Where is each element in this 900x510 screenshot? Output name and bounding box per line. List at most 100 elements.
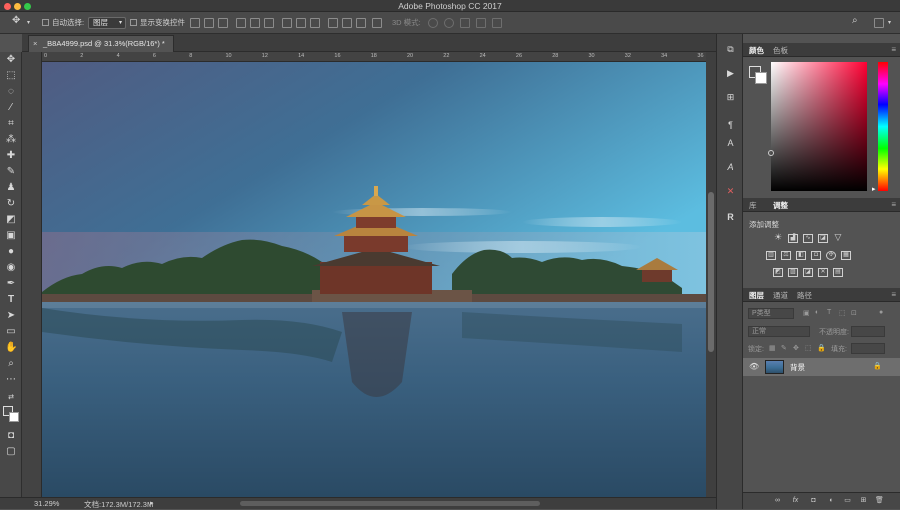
- tab-channels[interactable]: 通道: [773, 290, 788, 301]
- more-tools-icon[interactable]: ⋯: [5, 374, 17, 385]
- tab-layers[interactable]: 图层: [749, 290, 764, 301]
- curves-icon[interactable]: ∿: [803, 234, 813, 243]
- actions-play-icon[interactable]: ▶: [725, 68, 736, 79]
- hue-marker[interactable]: ▸: [872, 185, 876, 193]
- tab-swatches[interactable]: 色板: [773, 45, 788, 56]
- lasso-tool-icon[interactable]: ◌: [5, 86, 17, 97]
- distribute-bottom-icon[interactable]: [310, 18, 320, 28]
- healing-brush-tool-icon[interactable]: ✚: [5, 150, 17, 161]
- eraser-tool-icon[interactable]: ◩: [5, 214, 17, 225]
- crop-tool-icon[interactable]: ⌗: [5, 118, 17, 129]
- lock-all-icon[interactable]: 🔒: [817, 344, 826, 352]
- eyedropper-tool-icon[interactable]: ⁂: [5, 134, 17, 145]
- invert-icon[interactable]: ◩: [773, 268, 783, 277]
- align-left-icon[interactable]: [236, 18, 246, 28]
- 3d-pan-icon[interactable]: [460, 18, 470, 28]
- 3d-rotate-icon[interactable]: [428, 18, 438, 28]
- tab-paths[interactable]: 路径: [797, 290, 812, 301]
- tab-adjustments[interactable]: 调整: [773, 200, 788, 211]
- pen-tool-icon[interactable]: ✒: [5, 278, 17, 289]
- levels-icon[interactable]: ▟: [788, 234, 798, 243]
- channel-mixer-icon[interactable]: ✣: [826, 251, 836, 260]
- properties-icon[interactable]: ⊞: [725, 92, 736, 103]
- link-layers-icon[interactable]: ∞: [773, 497, 782, 505]
- new-layer-icon[interactable]: ⊞: [859, 497, 868, 505]
- blend-mode-dropdown[interactable]: 正常: [748, 326, 810, 337]
- panel-menu-icon[interactable]: ≡: [891, 45, 896, 54]
- 3d-scale-icon[interactable]: [492, 18, 502, 28]
- posterize-icon[interactable]: ▨: [788, 268, 798, 277]
- document-canvas[interactable]: [42, 62, 706, 497]
- dodge-tool-icon[interactable]: ◉: [5, 262, 17, 273]
- quick-mask-icon[interactable]: ◘: [5, 430, 17, 441]
- background-swatch[interactable]: [755, 72, 767, 84]
- panel-menu-icon[interactable]: ≡: [891, 290, 896, 299]
- lock-position-icon[interactable]: ✥: [793, 344, 799, 352]
- tab-color[interactable]: 颜色: [749, 45, 764, 56]
- marquee-tool-icon[interactable]: ⬚: [5, 70, 17, 81]
- auto-select-checkbox[interactable]: 自动选择:: [42, 18, 84, 28]
- search-icon[interactable]: ⌕: [852, 16, 858, 26]
- clone-stamp-tool-icon[interactable]: ♟: [5, 182, 17, 193]
- color-balance-icon[interactable]: ⚖: [781, 251, 791, 260]
- chevron-down-icon[interactable]: ▾: [27, 18, 30, 28]
- color-picker-marker[interactable]: [768, 150, 774, 156]
- show-transform-checkbox[interactable]: 显示变换控件: [130, 18, 185, 28]
- distribute-top-icon[interactable]: [282, 18, 292, 28]
- filter-shape-icon[interactable]: ⬚: [839, 309, 846, 317]
- chevron-down-icon[interactable]: ▾: [888, 18, 891, 28]
- workspace-icon[interactable]: [874, 18, 884, 28]
- fill-field[interactable]: [851, 343, 885, 354]
- align-bottom-icon[interactable]: [218, 18, 228, 28]
- brightness-icon[interactable]: ☀: [773, 233, 783, 243]
- plugin-r-icon[interactable]: R: [725, 212, 736, 223]
- 3d-slide-icon[interactable]: [476, 18, 486, 28]
- align-top-icon[interactable]: [190, 18, 200, 28]
- panel-menu-icon[interactable]: ≡: [891, 200, 896, 209]
- layer-name[interactable]: 背景: [790, 362, 805, 373]
- gradient-tool-icon[interactable]: ▣: [5, 230, 17, 241]
- blur-tool-icon[interactable]: ●: [5, 246, 17, 257]
- tab-libraries[interactable]: 库: [749, 200, 757, 211]
- quick-select-tool-icon[interactable]: ⁄: [5, 102, 17, 113]
- horizontal-scrollbar[interactable]: [240, 501, 540, 506]
- fx-icon[interactable]: fx: [791, 497, 800, 505]
- vertical-scrollbar[interactable]: [706, 52, 716, 497]
- document-tab[interactable]: × _B8A4999.psd @ 31.3%(RGB/16*) *: [28, 35, 174, 52]
- history-brush-tool-icon[interactable]: ↻: [5, 198, 17, 209]
- character-icon[interactable]: ¶: [725, 120, 736, 131]
- lock-pixels-icon[interactable]: ✎: [781, 344, 787, 352]
- swap-colors-icon[interactable]: ⇄: [5, 392, 17, 403]
- exposure-icon[interactable]: ◪: [818, 234, 828, 243]
- black-white-icon[interactable]: ◧: [796, 251, 806, 260]
- delete-layer-icon[interactable]: 🗑: [875, 497, 884, 505]
- photo-filter-icon[interactable]: ◘: [811, 251, 821, 260]
- history-icon[interactable]: ⧉: [725, 44, 736, 55]
- paragraph-icon[interactable]: A: [725, 138, 736, 149]
- zoom-tool-icon[interactable]: ⌕: [5, 358, 17, 369]
- plugin-x-icon[interactable]: ✕: [725, 186, 736, 197]
- lock-artboard-icon[interactable]: ⬚: [805, 344, 812, 352]
- status-arrow-icon[interactable]: ▸: [150, 499, 154, 507]
- layer-filter-dropdown[interactable]: P类型: [748, 308, 794, 319]
- glyphs-icon[interactable]: A: [725, 162, 736, 173]
- align-hcenter-icon[interactable]: [250, 18, 260, 28]
- type-tool-icon[interactable]: T: [5, 294, 17, 305]
- new-adjustment-icon[interactable]: ◐: [827, 497, 836, 505]
- filter-toggle-icon[interactable]: ●: [879, 309, 883, 316]
- hand-tool-icon[interactable]: ✋: [5, 342, 17, 353]
- lock-transparent-icon[interactable]: ▦: [769, 344, 776, 352]
- color-field[interactable]: [771, 62, 867, 191]
- align-right-icon[interactable]: [264, 18, 274, 28]
- background-color-swatch[interactable]: [9, 412, 19, 422]
- move-tool-icon[interactable]: ✥: [12, 16, 20, 26]
- gradient-map-icon[interactable]: ▤: [833, 268, 843, 277]
- auto-select-dropdown[interactable]: 图层 ▾: [88, 17, 126, 29]
- move-tool-icon[interactable]: ✥: [5, 54, 17, 65]
- new-group-icon[interactable]: ▭: [843, 497, 852, 505]
- scrollbar-thumb[interactable]: [708, 192, 714, 352]
- distribute-hcenter-icon[interactable]: [342, 18, 352, 28]
- color-lookup-icon[interactable]: ▦: [841, 251, 851, 260]
- hue-slider[interactable]: [878, 62, 888, 191]
- path-select-tool-icon[interactable]: ➤: [5, 310, 17, 321]
